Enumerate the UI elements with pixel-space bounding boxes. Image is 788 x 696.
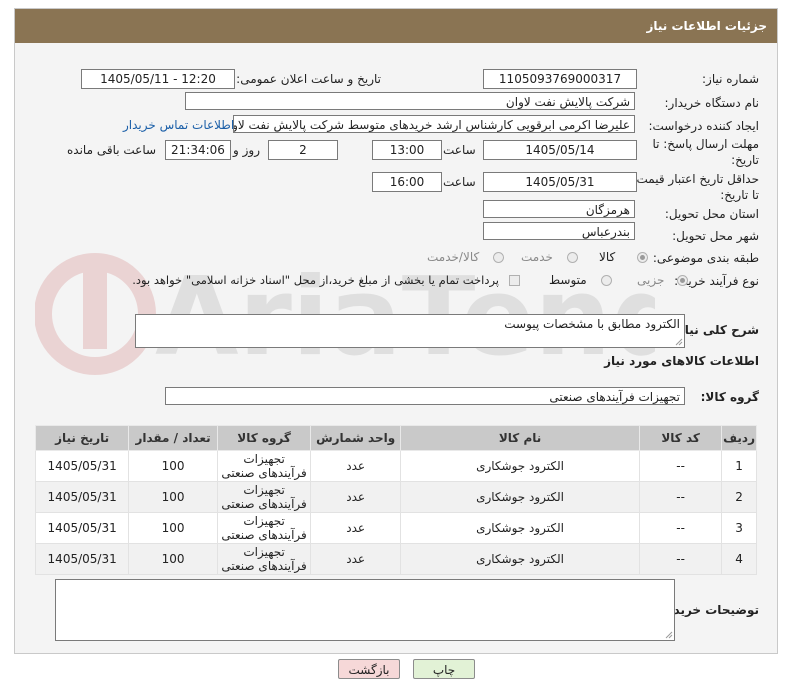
category-label: طبقه بندی موضوعی:	[652, 251, 759, 265]
deadline-label-date: تاریخ:	[731, 153, 759, 167]
validity-date-field: 1405/05/31	[483, 172, 637, 192]
buyer-notes-field	[55, 579, 675, 641]
description-field: الکترود مطابق با مشخصات پیوست	[135, 314, 685, 348]
table-row: 3 -- الکترود جوشکاری عدد تجهیزات فرآینده…	[34, 512, 757, 544]
col-unit: واحد شمارش	[310, 425, 401, 451]
remaining-time-field: 21:34:06	[165, 140, 231, 160]
requester-field: علیرضا اکرمی ابرقویی کارشناس ارشد خریدها…	[233, 115, 635, 133]
buyer-org-field: شرکت پالایش نفت لاوان	[185, 92, 635, 110]
cell-item-code: --	[639, 543, 723, 575]
goods-section-title: اطلاعات کالاهای مورد نیاز	[604, 354, 759, 368]
col-quantity: تعداد / مقدار	[128, 425, 218, 451]
process-radio-minor[interactable]	[677, 275, 688, 286]
cell-item-name: الکترود جوشکاری	[399, 450, 641, 482]
cell-item-code: --	[639, 512, 723, 544]
cell-unit: عدد	[310, 512, 401, 544]
province-field: هرمزگان	[483, 200, 635, 218]
cell-need-date: 1405/05/31	[34, 450, 130, 482]
cell-item-code: --	[639, 450, 723, 482]
validity-time-field: 16:00	[372, 172, 442, 192]
col-item-code: کد کالا	[639, 425, 723, 451]
resize-grip-icon[interactable]	[665, 631, 673, 639]
cell-item-group: تجهیزات فرآیندهای صنعتی	[216, 481, 312, 513]
cell-quantity: 100	[128, 543, 218, 575]
deadline-time-field: 13:00	[372, 140, 442, 160]
cell-item-name: الکترود جوشکاری	[399, 481, 641, 513]
cell-unit: عدد	[310, 543, 401, 575]
validity-label-date: تا تاریخ:	[720, 188, 759, 202]
process-option-medium: متوسط	[549, 273, 587, 287]
table-row: 1 -- الکترود جوشکاری عدد تجهیزات فرآینده…	[34, 450, 757, 482]
province-label: استان محل تحویل:	[664, 207, 759, 221]
goods-group-field: تجهیزات فرآیندهای صنعتی	[165, 387, 685, 405]
announce-field: 1405/05/11 - 12:20	[81, 69, 235, 89]
category-radio-service[interactable]	[567, 252, 578, 263]
table-row: 2 -- الکترود جوشکاری عدد تجهیزات فرآینده…	[34, 481, 757, 513]
days-remaining-field: 2	[268, 140, 338, 160]
category-option-goods-service: کالا/خدمت	[427, 250, 480, 264]
validity-time-label: ساعت	[443, 175, 476, 189]
announce-label: تاریخ و ساعت اعلان عمومی:	[236, 72, 381, 86]
goods-table: ردیف کد کالا نام کالا واحد شمارش گروه کا…	[34, 425, 757, 575]
cell-need-date: 1405/05/31	[34, 543, 130, 575]
remaining-time-label: ساعت باقی مانده	[67, 143, 157, 157]
cell-item-code: --	[639, 481, 723, 513]
buyer-contact-link[interactable]: اطلاعات تماس خریدار	[123, 118, 234, 132]
cell-item-group: تجهیزات فرآیندهای صنعتی	[216, 543, 312, 575]
description-text: الکترود مطابق با مشخصات پیوست	[504, 317, 680, 331]
need-number-label: شماره نیاز:	[702, 72, 759, 86]
need-details-panel: جزئیات اطلاعات نیاز AriaTender.net شماره…	[14, 8, 778, 654]
requester-label: ایجاد کننده درخواست:	[648, 119, 759, 133]
buyer-org-label: نام دستگاه خریدار:	[664, 96, 760, 110]
goods-group-label: گروه کالا:	[700, 390, 759, 404]
cell-item-group: تجهیزات فرآیندهای صنعتی	[216, 450, 312, 482]
cell-row-number: 1	[721, 450, 757, 482]
category-option-goods: کالا	[599, 250, 616, 264]
city-label: شهر محل تحویل:	[672, 229, 759, 243]
cell-unit: عدد	[310, 481, 401, 513]
print-button[interactable]: چاپ	[413, 659, 475, 679]
description-label: شرح کلی نیاز:	[673, 323, 759, 337]
cell-quantity: 100	[128, 481, 218, 513]
process-radio-medium[interactable]	[601, 275, 612, 286]
col-item-group: گروه کالا	[216, 425, 312, 451]
col-row-number: ردیف	[721, 425, 757, 451]
col-item-name: نام کالا	[399, 425, 641, 451]
days-label: روز و	[233, 143, 260, 157]
process-option-minor: جزیی	[637, 273, 665, 287]
cell-row-number: 4	[721, 543, 757, 575]
validity-label: حداقل تاریخ اعتبار قیمت:	[632, 172, 759, 186]
cell-item-name: الکترود جوشکاری	[399, 543, 641, 575]
resize-grip-icon[interactable]	[675, 338, 683, 346]
category-option-service: خدمت	[521, 250, 553, 264]
deadline-date-field: 1405/05/14	[483, 140, 637, 160]
cell-item-name: الکترود جوشکاری	[399, 512, 641, 544]
treasury-payment-checkbox[interactable]	[509, 275, 520, 286]
cell-quantity: 100	[128, 512, 218, 544]
cell-row-number: 2	[721, 481, 757, 513]
cell-item-group: تجهیزات فرآیندهای صنعتی	[216, 512, 312, 544]
table-header-row: ردیف کد کالا نام کالا واحد شمارش گروه کا…	[34, 425, 757, 451]
cell-row-number: 3	[721, 512, 757, 544]
cell-unit: عدد	[310, 450, 401, 482]
cell-need-date: 1405/05/31	[34, 512, 130, 544]
cell-quantity: 100	[128, 450, 218, 482]
table-row: 4 -- الکترود جوشکاری عدد تجهیزات فرآینده…	[34, 543, 757, 575]
need-number-field: 1105093769000317	[483, 69, 637, 89]
category-radio-goods[interactable]	[637, 252, 648, 263]
panel-title: جزئیات اطلاعات نیاز	[646, 19, 767, 33]
back-button[interactable]: بازگشت	[338, 659, 400, 679]
col-need-date: تاریخ نیاز	[34, 425, 130, 451]
cell-need-date: 1405/05/31	[34, 481, 130, 513]
panel-header: جزئیات اطلاعات نیاز	[15, 9, 777, 43]
treasury-payment-note: پرداخت تمام یا بخشی از مبلغ خرید،از محل …	[132, 273, 499, 287]
deadline-time-label: ساعت	[443, 143, 476, 157]
city-field: بندرعباس	[483, 222, 635, 240]
deadline-label: مهلت ارسال پاسخ: تا	[652, 137, 759, 151]
category-radio-goods-service[interactable]	[493, 252, 504, 263]
